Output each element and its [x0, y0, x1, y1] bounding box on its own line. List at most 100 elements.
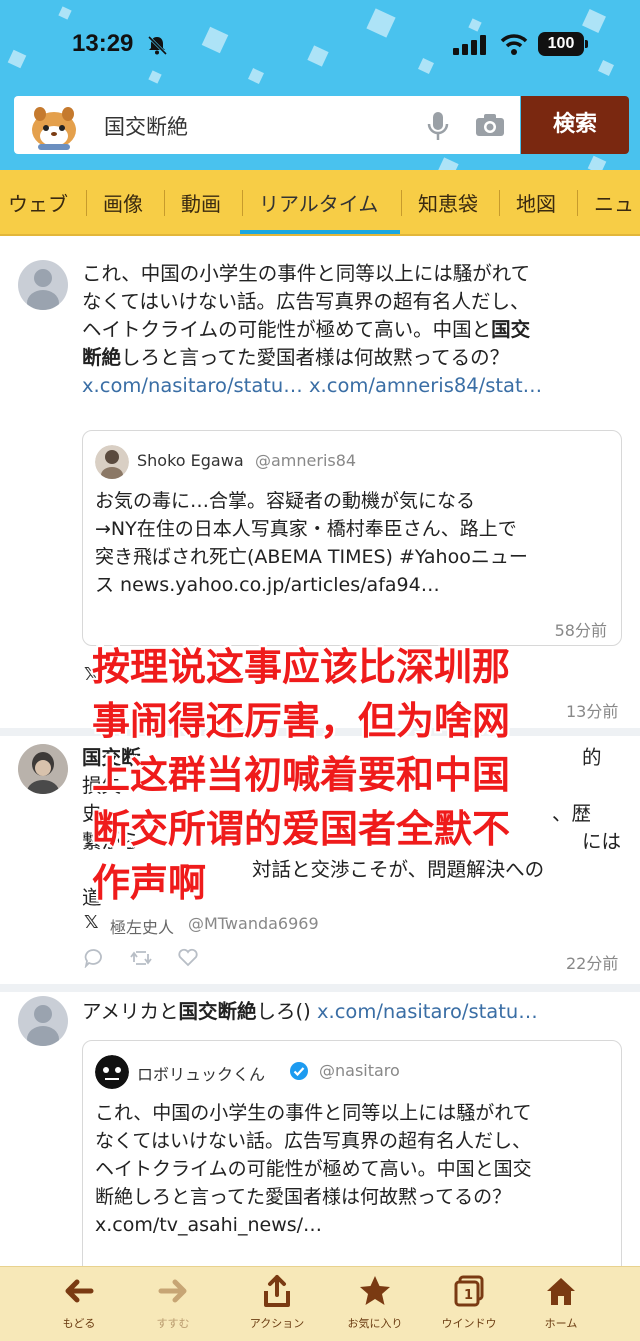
post-line: 断絶しろと言ってた愛国者様は何故黙ってるの？: [82, 344, 632, 372]
keyword-highlight: 断絶: [82, 346, 122, 369]
tab-chiebukuro[interactable]: 知恵袋: [418, 188, 478, 217]
tab-divider: [164, 190, 165, 216]
nav-label: お気に入り: [347, 1317, 403, 1330]
forward-arrow-icon: [158, 1279, 187, 1303]
microphone-icon[interactable]: [426, 110, 450, 142]
confetti-decoration: [58, 6, 72, 20]
search-input[interactable]: 国交断絶: [104, 111, 188, 141]
bell-muted-icon: [147, 35, 168, 56]
quote-line: 突き飛ばされ死亡(ABEMA TIMES) #Yahooニュー: [95, 546, 528, 568]
confetti-decoration: [598, 60, 614, 76]
avatar: [95, 1055, 129, 1089]
overlay-caption-line: 断交所谓的爱国者全默不: [92, 807, 511, 851]
quote-author-name: ロボリュックくん: [137, 1065, 266, 1084]
quote-line: なくてはいけない話。広告写真界の超有名人だし、: [95, 1130, 532, 1152]
post-body: これ、中国の小学生の事件と同等以上には騒がれて なくてはいけない話。広告写真界の…: [82, 260, 632, 400]
post-link[interactable]: x.com/nasitaro/statu…: [82, 374, 303, 397]
avatar: [95, 445, 129, 479]
quote-line: x.com/tv_asahi_news/…: [95, 1214, 323, 1236]
quote-line: →NY在住の日本人写真家・橋村奉臣さん、路上で: [95, 518, 517, 540]
post-timestamp: 22分前: [566, 954, 619, 973]
quote-line: お気の毒に…合掌。容疑者の動機が気になる: [95, 490, 476, 512]
nav-label: ウインドウ: [441, 1317, 497, 1330]
nav-label: アクション: [249, 1317, 305, 1330]
retweet-icon[interactable]: [130, 948, 152, 968]
quote-line: 断絶しろと言ってた愛国者様は何故黙ってるの？: [95, 1186, 512, 1208]
quote-author-handle: @nasitaro: [319, 1061, 400, 1080]
back-arrow-icon: [65, 1279, 94, 1303]
reply-icon[interactable]: [84, 948, 104, 968]
post-link[interactable]: x.com/nasitaro/statu…: [317, 1000, 538, 1023]
tab-images[interactable]: 画像: [103, 188, 143, 217]
app-header: 13:29 100 国交断絶 検索: [0, 0, 640, 170]
quoted-post[interactable]: Shoko Egawa @amneris84 お気の毒に…合掌。容疑者の動機が気…: [82, 430, 622, 646]
verified-badge-icon: [290, 1062, 308, 1080]
share-icon: [264, 1275, 290, 1307]
quote-line: これ、中国の小学生の事件と同等以上には騒がれて: [95, 1102, 532, 1124]
battery-indicator: 100: [538, 32, 588, 56]
like-icon[interactable]: [178, 948, 198, 968]
tab-video[interactable]: 動画: [181, 188, 221, 217]
post-author-handle: @MTwanda6969: [188, 914, 319, 933]
post-body: アメリカと国交断絶しろ() x.com/nasitaro/statu…: [82, 998, 632, 1026]
overlay-caption-line: 作声啊: [92, 861, 207, 905]
tab-divider: [86, 190, 87, 216]
window-button[interactable]: 1 ウインドウ: [424, 1273, 514, 1331]
bottom-toolbar: もどる すすむ アクション お気に入り 1 ウインドウ ホーム: [0, 1266, 640, 1341]
wifi-icon: [500, 34, 528, 55]
overlay-caption-line: 上这群当初喊着要和中国: [92, 753, 511, 797]
quote-timestamp: 58分前: [554, 621, 607, 640]
tab-map[interactable]: 地図: [516, 188, 556, 217]
avatar[interactable]: [18, 260, 68, 310]
keyword-highlight: 国交: [491, 318, 531, 341]
x-logo-icon: 𝕏: [84, 912, 99, 933]
quoted-post[interactable]: ロボリュックくん @nasitaro これ、中国の小学生の事件と同等以上には騒が…: [82, 1040, 622, 1266]
confetti-decoration: [587, 155, 607, 170]
overlay-caption-line: 按理说这事应该比深圳那: [92, 645, 511, 689]
avatar[interactable]: [18, 996, 68, 1046]
tab-divider: [401, 190, 402, 216]
search-button[interactable]: 検索: [521, 96, 629, 154]
mascot-logo: [32, 107, 76, 150]
quote-author-name: Shoko Egawa: [137, 451, 244, 470]
home-button[interactable]: ホーム: [516, 1273, 606, 1331]
quote-body: お気の毒に…合掌。容疑者の動機が気になる →NY在住の日本人写真家・橋村奉臣さん…: [95, 487, 615, 599]
nav-label: ホーム: [544, 1317, 578, 1330]
post-text-span: しろと言ってた愛国者様は何故黙ってるの？: [121, 346, 510, 369]
tab-divider: [242, 190, 243, 216]
camera-icon[interactable]: [474, 112, 506, 138]
post-text-span: しろ(): [256, 1000, 311, 1023]
tab-divider: [577, 190, 578, 216]
forward-button[interactable]: すすむ: [128, 1273, 218, 1331]
post-link[interactable]: x.com/amneris84/stat…: [309, 374, 542, 397]
tab-news[interactable]: ニュ: [594, 188, 634, 217]
tab-divider: [499, 190, 500, 216]
quote-author-handle: @amneris84: [255, 451, 357, 470]
star-icon: [360, 1276, 390, 1305]
post-text-span: アメリカと: [82, 1000, 179, 1023]
post-links: x.com/nasitaro/statu… x.com/amneris84/st…: [82, 372, 632, 400]
active-tab-indicator: [240, 230, 400, 234]
confetti-decoration: [248, 68, 264, 84]
home-icon: [547, 1278, 575, 1305]
quote-line: ヘイトクライムの可能性が極めて高い。中国と国交: [95, 1158, 532, 1180]
quote-body: これ、中国の小学生の事件と同等以上には騒がれて なくてはいけない話。広告写真界の…: [95, 1099, 615, 1239]
window-count: 1: [464, 1288, 474, 1303]
post-line: これ、中国の小学生の事件と同等以上には騒がれて: [82, 262, 531, 285]
search-category-tabs: ウェブ 画像 動画 リアルタイム 知恵袋 地図 ニュ: [0, 170, 640, 236]
tab-web[interactable]: ウェブ: [8, 188, 68, 217]
status-bar: 13:29 100: [0, 28, 640, 62]
tab-realtime[interactable]: リアルタイム: [259, 188, 378, 217]
post-divider: [0, 984, 640, 992]
overlay-caption: 按理说这事应该比深圳那 事闹得还厉害，但为啥网 上这群当初喊着要和中国 断交所谓…: [92, 640, 602, 910]
post-line: なくてはいけない話。広告写真界の超有名人だし、: [82, 290, 530, 313]
search-bar[interactable]: 国交断絶: [14, 96, 520, 154]
post-line: ヘイトクライムの可能性が極めて高い。中国と国交: [82, 316, 632, 344]
nav-label: もどる: [62, 1317, 96, 1330]
action-button[interactable]: アクション: [232, 1273, 322, 1331]
avatar[interactable]: [18, 744, 68, 794]
favorites-button[interactable]: お気に入り: [330, 1273, 420, 1331]
back-button[interactable]: もどる: [34, 1273, 124, 1331]
cellular-signal-icon: [453, 35, 486, 55]
nav-label: すすむ: [156, 1317, 190, 1330]
